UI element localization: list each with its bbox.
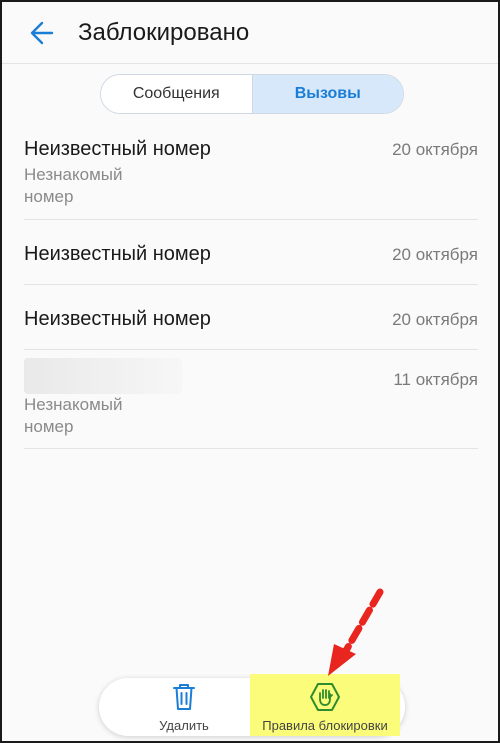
- caller-name: Неизвестный номер: [24, 243, 211, 265]
- blocking-rules-label: Правила блокировки: [262, 718, 388, 733]
- arrow-left-icon: [30, 21, 54, 44]
- delete-label: Удалить: [159, 718, 209, 733]
- phone-screen: Заблокировано Сообщения Вызовы Неизвестн…: [0, 0, 500, 743]
- list-item[interactable]: Неизвестный номер 20 октября: [24, 285, 478, 350]
- call-date: 20 октября: [392, 140, 478, 159]
- blocking-rules-button[interactable]: Правила блокировки: [250, 682, 400, 733]
- caller-subtitle: Незнакомый номер: [24, 165, 123, 206]
- call-date: 20 октября: [392, 245, 478, 264]
- caller-subtitle: Незнакомый номер: [24, 395, 123, 436]
- caller-name: Неизвестный номер: [24, 308, 211, 330]
- call-date: 20 октября: [392, 310, 478, 329]
- blocked-calls-list: Неизвестный номер 20 октября Незнакомый …: [24, 120, 478, 449]
- list-item[interactable]: 11 октября Незнакомый номер: [24, 350, 478, 449]
- list-item[interactable]: Неизвестный номер 20 октября: [24, 220, 478, 285]
- annotation-arrow: [328, 588, 384, 676]
- caller-name: Неизвестный номер: [24, 138, 211, 160]
- page-title: Заблокировано: [78, 18, 250, 46]
- blurred-caller-name: [24, 358, 182, 394]
- call-date: 11 октября: [393, 370, 478, 389]
- tab-calls[interactable]: Вызовы: [252, 75, 403, 113]
- app-bar: Заблокировано: [2, 2, 498, 64]
- tab-messages[interactable]: Сообщения: [101, 75, 252, 113]
- trash-icon: [173, 684, 195, 710]
- back-button[interactable]: [24, 15, 60, 51]
- tab-switcher: Сообщения Вызовы: [100, 74, 404, 114]
- block-hand-icon: [310, 683, 340, 711]
- list-item[interactable]: Неизвестный номер 20 октября Незнакомый …: [24, 120, 478, 220]
- delete-button[interactable]: Удалить: [142, 682, 226, 733]
